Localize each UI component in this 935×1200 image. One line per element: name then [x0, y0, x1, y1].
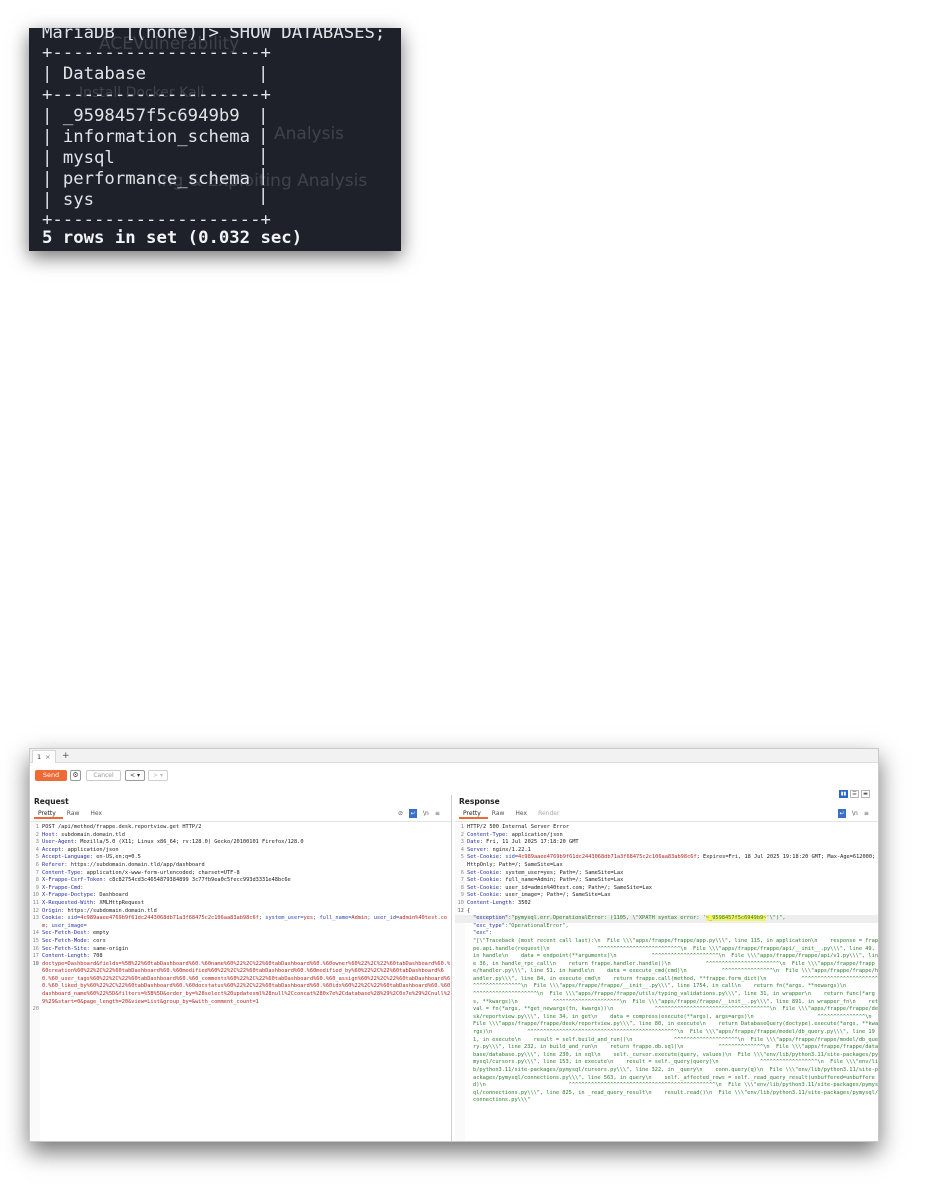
response-header-line: 7 Set-Cookie: full_name=Admin; Path=/; Sa… — [460, 877, 624, 884]
tab-raw[interactable]: Raw — [488, 809, 512, 819]
table-header-row-end: | — [258, 64, 269, 84]
repeater-toolbar: Send ⚙ Cancel < ▾ > ▾ ▮▮ ☰ ▬ — [30, 764, 878, 798]
tab-label: 1 — [37, 753, 42, 761]
cancel-button[interactable]: Cancel — [86, 770, 121, 781]
table-header-row: | Database — [42, 64, 147, 84]
add-tab-icon[interactable]: + — [62, 750, 70, 762]
database-name: information_schema — [62, 127, 251, 147]
request-header-line: 15 Sec-Fetch-Mode: cors — [32, 937, 106, 944]
menu-icon[interactable]: ≡ — [864, 809, 869, 818]
json-exc-type-line: "exc_type":"OperationalError", — [473, 922, 569, 929]
request-header-line: 7 Content-Type: application/x-www-form-ur… — [35, 869, 240, 876]
request-title: Request — [34, 797, 69, 806]
database-name: _9598457f5c6949b9 — [62, 106, 240, 126]
database-name: performance_schema — [62, 169, 251, 189]
table-border-top: +--------------------+ — [42, 43, 271, 63]
tab-render[interactable]: Render — [534, 809, 566, 819]
tab-pretty[interactable]: Pretty — [34, 809, 63, 819]
table-row: | mysql — [42, 148, 115, 168]
request-header-line: 5 Accept-Language: en-US,en;q=0.5 — [35, 854, 141, 861]
tab-pretty[interactable]: Pretty — [459, 809, 488, 819]
request-header-line: 9 X-Frappe-Cmd: — [35, 884, 84, 891]
response-view-tabs: Pretty Raw Hex Render — [459, 809, 566, 819]
request-header-line: 11 X-Requested-With: XMLHttpRequest — [32, 899, 145, 906]
response-header-line: 9 Set-Cookie: user_image=; Path=/; SameSi… — [460, 892, 611, 899]
tab-hex[interactable]: Hex — [511, 809, 534, 819]
table-row: | sys — [42, 190, 95, 210]
menu-icon[interactable]: ≡ — [435, 809, 440, 818]
response-editor[interactable]: 1 HTTP/2 500 Internal Server Error 2 Conte… — [455, 821, 879, 1141]
request-body-line: 19 doctype=Dashboard&fields=%5B%22%60tabD… — [32, 960, 451, 1005]
response-code: 1 HTTP/2 500 Internal Server Error 2 Conte… — [455, 824, 879, 1105]
request-view-tabs: Pretty Raw Hex — [34, 809, 109, 819]
tab-raw[interactable]: Raw — [63, 809, 87, 819]
request-header-line: 3 User-Agent: Mozilla/5.0 (X11; Linux x86… — [35, 839, 304, 846]
json-exc-line: "exc": — [473, 930, 493, 937]
table-border-mid: +--------------------+ — [42, 85, 271, 105]
request-header-line: 6 Referer: https://subdomain.domain.tld/a… — [35, 861, 205, 868]
table-row: | performance_schema — [42, 169, 251, 189]
response-header-line: 3 Date: Fri, 11 Jul 2025 17:18:20 GMT — [460, 839, 579, 846]
request-header-line: 2 Host: subdomain.domain.tld — [35, 831, 125, 838]
response-editor-icons: ↵ \n ≡ — [838, 809, 869, 818]
json-open-brace: 12{ — [457, 907, 471, 914]
request-cookie-line: 13 Cookie: sid=4c989aaee4769b9f61dc244306… — [32, 915, 448, 929]
leaked-database-name: ~_9598457f5c6949b9~ — [705, 915, 767, 922]
table-column-end: | | | | | — [258, 106, 269, 206]
response-header-line: 10 Content-Length: 3502 — [457, 899, 531, 906]
response-title: Response — [459, 797, 500, 806]
response-header-line: 2 Content-Type: application/json — [460, 831, 563, 838]
repeater-tab-bar: 1 × + — [30, 749, 878, 763]
table-border-bottom: +--------------------+ — [42, 210, 271, 230]
database-name: sys — [62, 190, 95, 210]
request-header-line: 8 X-Frappe-Csrf-Token: c8c82754cd3c465487… — [35, 877, 291, 884]
eye-off-icon[interactable]: ⊘ — [398, 809, 403, 818]
settings-gear-icon[interactable]: ⚙ — [70, 770, 81, 781]
request-header-line: 10 X-Frappe-Doctype: Dashboard — [32, 892, 129, 899]
request-editor-icons: ⊘ ↵ \n ≡ — [398, 809, 440, 818]
request-line: 1 POST /api/method/frappe.desk.reportview… — [35, 824, 202, 830]
status-line: 1 HTTP/2 500 Internal Server Error — [460, 824, 570, 830]
close-icon[interactable]: × — [45, 753, 50, 761]
json-exception-line: "exception":"pymysql.err.OperationalErro… — [455, 915, 878, 923]
response-header-line: 8 Set-Cookie: user_id=admin%40test.com; P… — [460, 884, 652, 891]
request-header-line: 4 Accept: application/json — [35, 846, 119, 853]
wrap-icon[interactable]: ↵ — [838, 809, 846, 818]
background-ghost-text: Analysis — [274, 124, 345, 144]
set-cookie-sid-line: 5 Set-Cookie: sid=4c989aaee4769b9f61dc244… — [460, 854, 879, 868]
request-editor[interactable]: 1 POST /api/method/frappe.desk.reportview… — [30, 821, 451, 1141]
send-button[interactable]: Send — [35, 770, 67, 781]
terminal-screenshot: ACEVulnerability Install Docker Kali Ana… — [29, 28, 401, 251]
table-header-database: Database — [62, 64, 147, 84]
tab-hex[interactable]: Hex — [86, 809, 109, 819]
back-button[interactable]: < ▾ — [125, 770, 145, 781]
request-header-line: 17 Content-Length: 708 — [32, 953, 103, 960]
table-row: | _9598457f5c6949b9 — [42, 106, 240, 126]
repeater-tab-1[interactable]: 1 × — [32, 750, 56, 763]
request-header-line: 12 Origin: https://subdomain.domain.tld — [32, 907, 157, 914]
json-traceback-text: "[\"Traceback (most recent call last):\n… — [473, 937, 879, 1104]
response-header-line: 4 Server: nginx/1.22.1 — [460, 846, 531, 853]
sql-command-line: MariaDB [(none)]> SHOW DATABASES; — [42, 28, 386, 43]
newline-icon[interactable]: \n — [852, 809, 858, 818]
response-pane: Response Pretty Raw Hex Render ↵ \n ≡ 1H… — [455, 795, 879, 1141]
burp-repeater-window: 1 × + Send ⚙ Cancel < ▾ > ▾ ▮▮ ☰ ▬ Reques… — [29, 748, 879, 1142]
request-pane: Request Pretty Raw Hex ⊘ ↵ \n ≡ 1 POST /a… — [30, 795, 452, 1141]
request-header-line: 16 Sec-Fetch-Site: same-origin — [32, 945, 129, 952]
rows-in-set-summary: 5 rows in set (0.032 sec) — [42, 228, 303, 248]
database-name: mysql — [62, 148, 115, 168]
wrap-icon[interactable]: ↵ — [409, 809, 418, 818]
forward-button[interactable]: > ▾ — [148, 770, 168, 781]
request-code: 1 POST /api/method/frappe.desk.reportview… — [30, 824, 451, 1012]
table-row: | information_schema — [42, 127, 251, 147]
request-header-line: 14 Sec-Fetch-Dest: empty — [32, 930, 109, 937]
response-header-line: 6 Set-Cookie: system_user=yes; Path=/; Sa… — [460, 869, 624, 876]
newline-icon[interactable]: \n — [423, 809, 429, 818]
